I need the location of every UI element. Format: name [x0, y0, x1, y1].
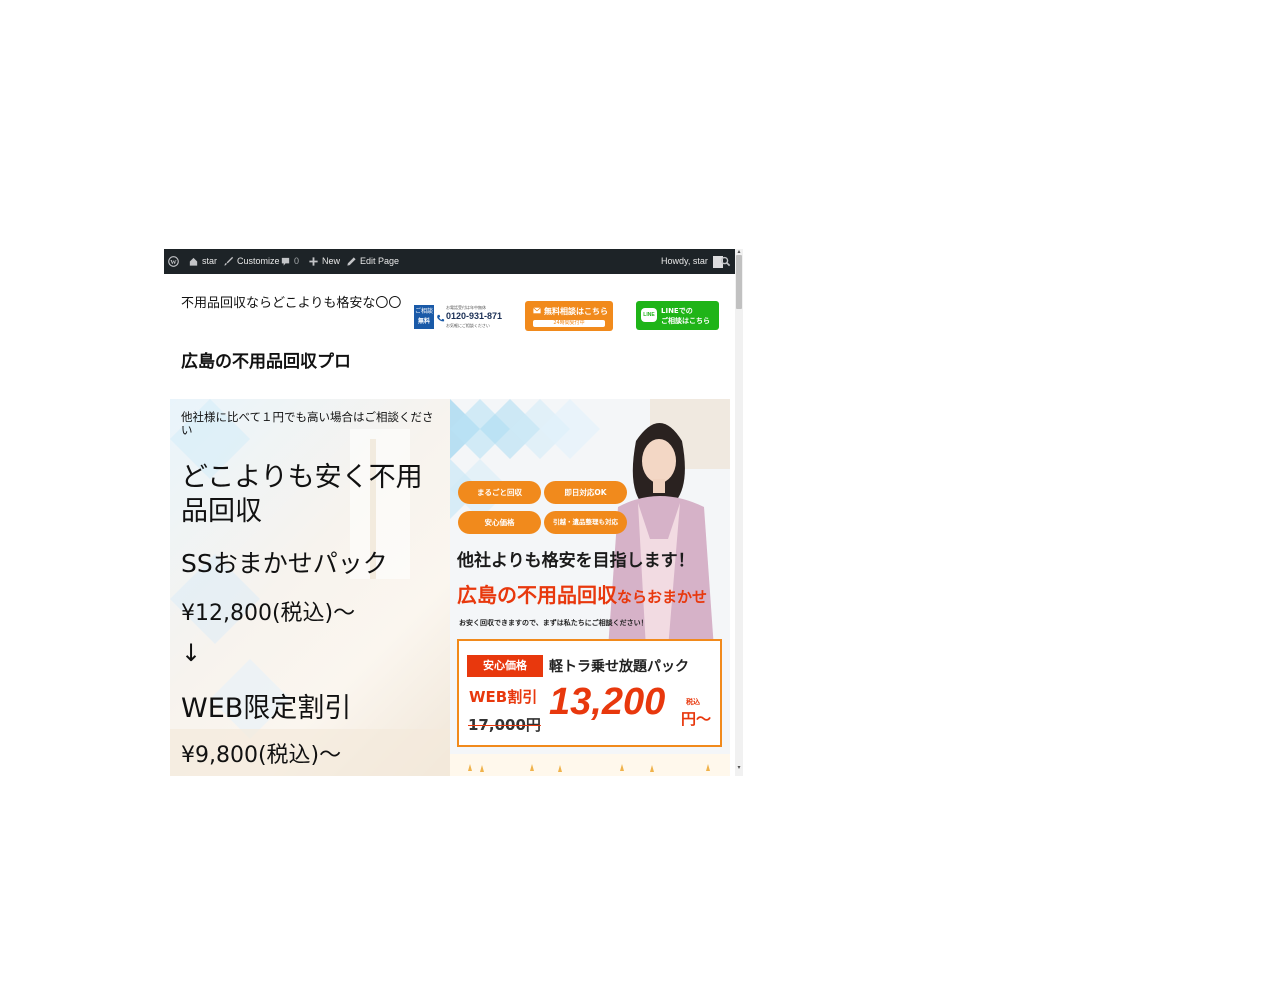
plus-icon [309, 257, 318, 266]
free-consult-badge: ご相談 無料 [414, 305, 434, 329]
comments-button[interactable]: 0 [280, 249, 299, 274]
line-button-line2: ご相談はこちら [661, 317, 710, 325]
hero-section: 他社様に比べて１円でも高い場合はご相談ください どこよりも安く不用品回収 SSお… [170, 399, 730, 776]
price-match-note: 他社様に比べて１円でも高い場合はご相談ください [181, 410, 434, 437]
mail-icon [533, 307, 541, 314]
banner-heading-1: 他社よりも格安を目指します！ [457, 551, 695, 571]
feature-pill: 安心価格 [458, 511, 541, 534]
free-consultation-button[interactable]: 無料相談はこちら 24時間受付中 [525, 301, 613, 331]
howdy-label: Howdy, star [661, 256, 708, 266]
hero-banner-image: まるごと回収 即日対応OK 安心価格 引越・遺品整理も対応 他社よりも格安を目指… [450, 399, 730, 776]
banner-heading-2-main: 広島の不用品回収 [457, 583, 617, 607]
site-tagline: 不用品回収ならどこよりも格安な〇〇 [181, 296, 402, 311]
edit-page-label: Edit Page [360, 256, 400, 266]
new-content-button[interactable]: New [308, 249, 340, 274]
feature-pill: まるごと回収 [458, 481, 541, 504]
old-price: 17,000円 [468, 716, 541, 734]
edit-page-button[interactable]: Edit Page [346, 249, 399, 274]
comment-icon [281, 257, 290, 266]
home-icon [189, 257, 198, 266]
regular-price: ¥12,800(税込)～ [181, 601, 356, 626]
search-icon [720, 256, 731, 267]
new-label: New [322, 256, 341, 266]
admin-bar: W star Customize 0 New Edit Page Howdy, … [164, 249, 735, 274]
pencil-icon [347, 257, 356, 266]
site-name-button[interactable]: star [188, 249, 217, 274]
hero-text-panel: 他社様に比べて１円でも高い場合はご相談ください どこよりも安く不用品回収 SSお… [170, 399, 450, 776]
down-arrow: ↓ [181, 639, 202, 667]
admin-search-button[interactable] [720, 249, 731, 274]
wordpress-logo-button[interactable]: W [168, 249, 179, 274]
web-discount-label: WEB限定割引 [181, 693, 352, 724]
price-box: 安心価格 軽トラ乗せ放題パック WEB割引 17,000円 13,200 税込 … [457, 639, 722, 747]
comments-count: 0 [294, 256, 300, 266]
line-consultation-button[interactable]: LINE LINEでの ご相談はこちら [636, 301, 719, 330]
phone-icon [437, 314, 445, 322]
banner-heading-2: 広島の不用品回収ならおまかせ [457, 579, 707, 608]
feature-pill: 引越・遺品整理も対応 [544, 511, 627, 534]
site-title[interactable]: 広島の不用品回収プロ [181, 347, 351, 372]
wordpress-icon: W [168, 256, 179, 267]
line-button-line1: LINEでの [661, 307, 693, 315]
customize-button[interactable]: Customize [223, 249, 280, 274]
scrollbar-thumb[interactable] [736, 255, 742, 309]
web-discount-tag: WEB割引 [469, 688, 538, 706]
price-box-tag: 安心価格 [467, 655, 543, 677]
contact-button-label: 無料相談はこちら [544, 307, 608, 316]
badge-line1: ご相談 [414, 308, 433, 315]
phone-number: 0120-931-871 [446, 311, 503, 321]
banner-heading-2-suffix: ならおまかせ [617, 588, 708, 606]
page-scrollbar[interactable]: ▴ ▾ [735, 249, 743, 776]
brush-icon [224, 256, 234, 266]
phone-bottom-note: お気軽にご相談ください [446, 323, 490, 328]
svg-text:W: W [170, 259, 177, 266]
customize-label: Customize [237, 256, 280, 266]
line-icon: LINE [641, 308, 657, 322]
phone-contact[interactable]: ご相談 無料 お電話受付は年中無休 0120-931-871 お気軽にご相談くだ… [414, 303, 504, 333]
browser-viewport: W star Customize 0 New Edit Page Howdy, … [164, 249, 743, 776]
web-price: ¥9,800(税込)～ [181, 743, 342, 768]
site-name-label: star [202, 256, 218, 266]
plan-name: SSおまかせパック [181, 549, 388, 578]
badge-line2: 無料 [417, 318, 430, 325]
price-box-pack: 軽トラ乗せ放題パック [549, 659, 689, 675]
account-menu[interactable]: Howdy, star [661, 249, 723, 274]
banner-subtext: お安く回収できますので、まずは私たちにご相談ください！ [459, 619, 648, 627]
new-price-tax: 税込 [686, 698, 700, 706]
hero-headline: どこよりも安く不用品回収 [181, 462, 423, 527]
new-price-yen: 円～ [681, 710, 712, 728]
feature-pill: 即日対応OK [544, 481, 627, 504]
new-price: 13,200 [549, 681, 666, 723]
contact-button-sub: 24時間受付中 [533, 320, 605, 327]
scroll-down-arrow[interactable]: ▾ [735, 765, 743, 771]
